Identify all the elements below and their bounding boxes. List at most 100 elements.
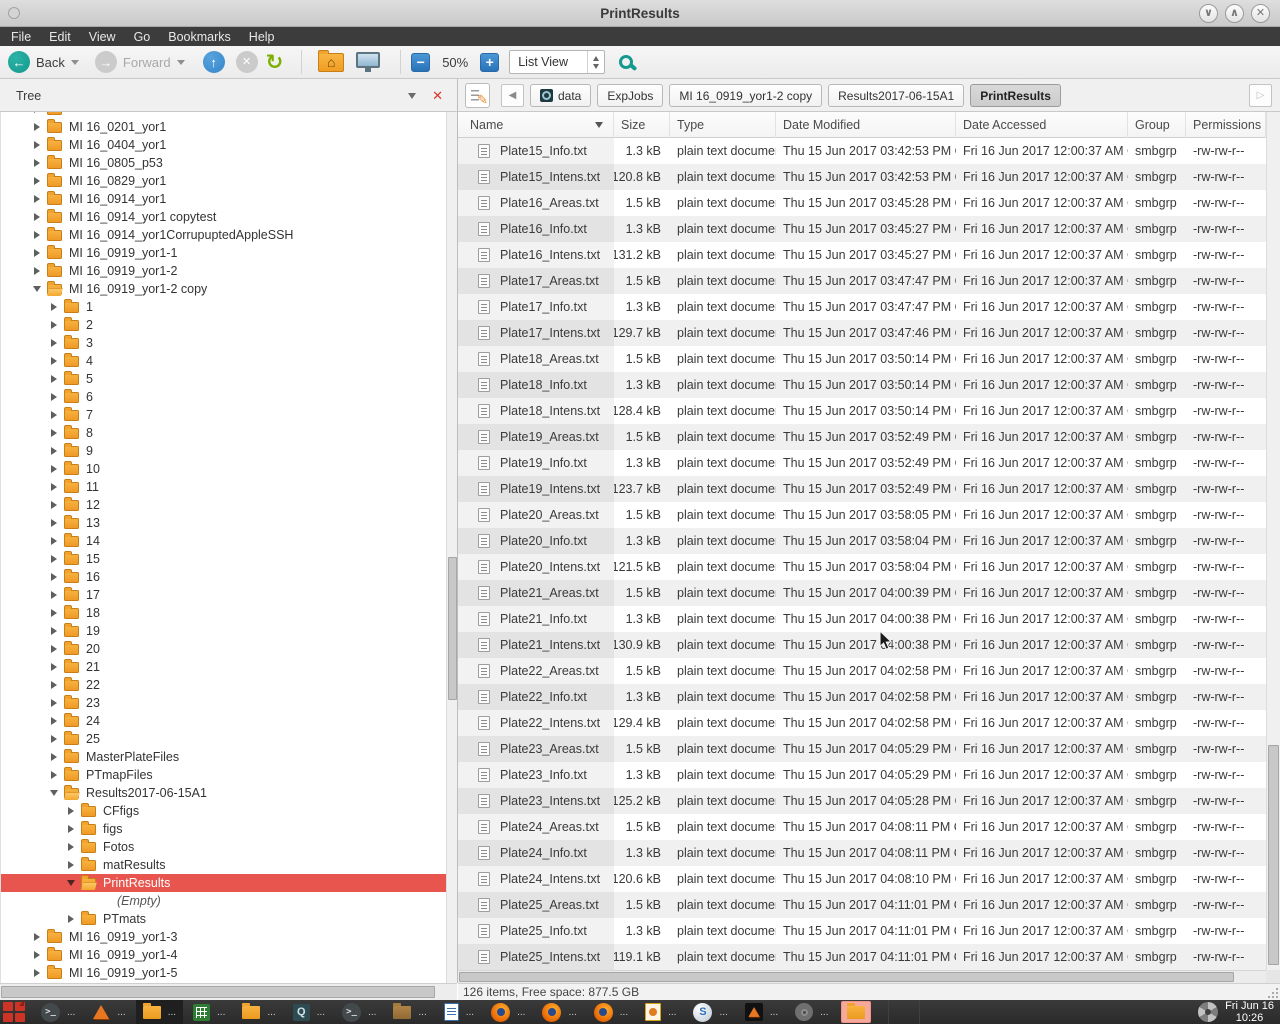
tree-item[interactable]: 9: [1, 442, 446, 460]
tree-item[interactable]: figs: [1, 820, 446, 838]
tree-horizontal-scrollbar[interactable]: [0, 983, 457, 1000]
expand-toggle-icon[interactable]: [47, 303, 61, 311]
expand-toggle-icon[interactable]: [64, 915, 78, 923]
tree-item[interactable]: PTmats: [1, 910, 446, 928]
taskbar-window-button[interactable]: ...: [235, 1000, 282, 1024]
file-row[interactable]: Plate25_Info.txt1.3 kBplain text documen…: [458, 918, 1266, 944]
expand-toggle-icon[interactable]: [64, 825, 78, 833]
taskbar-window-button[interactable]: [841, 1001, 871, 1023]
file-row[interactable]: Plate23_Areas.txt1.5 kBplain text docume…: [458, 736, 1266, 762]
taskbar-window-button[interactable]: ...: [136, 1000, 183, 1024]
expand-toggle-icon[interactable]: [30, 933, 44, 941]
tree-item[interactable]: 22: [1, 676, 446, 694]
expand-toggle-icon[interactable]: [47, 411, 61, 419]
taskbar-window-button[interactable]: ...: [437, 1000, 481, 1024]
expand-toggle-icon[interactable]: [47, 483, 61, 491]
expand-toggle-icon[interactable]: [47, 663, 61, 671]
expand-toggle-icon[interactable]: [30, 159, 44, 167]
tree-item[interactable]: matResults: [1, 856, 446, 874]
taskbar-window-button[interactable]: >_...: [34, 1000, 82, 1024]
column-header-date-modified[interactable]: Date Modified: [776, 112, 956, 138]
tree-item[interactable]: MI 16_0805_p53: [1, 154, 446, 172]
expand-toggle-icon[interactable]: [47, 645, 61, 653]
tree-item[interactable]: MI 16_0919_yor1-1: [1, 244, 446, 262]
expand-toggle-icon[interactable]: [30, 951, 44, 959]
column-header-group[interactable]: Group: [1128, 112, 1186, 138]
expand-toggle-icon[interactable]: [47, 339, 61, 347]
expand-toggle-icon[interactable]: [30, 123, 44, 131]
desktop-icon[interactable]: [356, 52, 380, 68]
refresh-icon[interactable]: ↻: [266, 52, 284, 73]
tree-item[interactable]: 23: [1, 694, 446, 712]
expand-toggle-icon[interactable]: [47, 501, 61, 509]
expand-toggle-icon[interactable]: [30, 231, 44, 239]
tree-item[interactable]: 16: [1, 568, 446, 586]
file-row[interactable]: Plate19_Intens.txt123.7 kBplain text doc…: [458, 476, 1266, 502]
file-row[interactable]: Plate18_Intens.txt128.4 kBplain text doc…: [458, 398, 1266, 424]
tree-item[interactable]: 3: [1, 334, 446, 352]
expand-toggle-icon[interactable]: [30, 141, 44, 149]
expand-toggle-icon[interactable]: [47, 393, 61, 401]
expand-toggle-icon[interactable]: [47, 681, 61, 689]
path-scroll-right-button[interactable]: ▷: [1249, 84, 1272, 107]
file-row[interactable]: Plate20_Info.txt1.3 kBplain text documen…: [458, 528, 1266, 554]
tree-item[interactable]: 12: [1, 496, 446, 514]
collapse-toggle-icon[interactable]: [47, 790, 61, 796]
taskbar-window-button[interactable]: S...: [686, 1000, 734, 1024]
up-icon[interactable]: ↑: [203, 51, 225, 73]
zoom-in-button[interactable]: +: [480, 53, 499, 72]
view-mode-select[interactable]: List View: [509, 50, 605, 74]
path-segment[interactable]: Results2017-06-15A1: [828, 84, 964, 107]
tree-vertical-scrollbar-thumb[interactable]: [448, 557, 457, 700]
expand-toggle-icon[interactable]: [47, 735, 61, 743]
collapse-toggle-icon[interactable]: [30, 286, 44, 292]
expand-toggle-icon[interactable]: [47, 699, 61, 707]
taskbar-window-button[interactable]: ...: [85, 1000, 132, 1024]
tree-item[interactable]: Results2017-06-15A1: [1, 784, 446, 802]
file-row[interactable]: Plate21_Areas.txt1.5 kBplain text docume…: [458, 580, 1266, 606]
file-row[interactable]: Plate22_Areas.txt1.5 kBplain text docume…: [458, 658, 1266, 684]
expand-toggle-icon[interactable]: [47, 573, 61, 581]
file-row[interactable]: Plate16_Areas.txt1.5 kBplain text docume…: [458, 190, 1266, 216]
tree-item[interactable]: PTmapFiles: [1, 766, 446, 784]
back-icon[interactable]: ←: [8, 51, 30, 73]
file-row[interactable]: Plate21_Info.txt1.3 kBplain text documen…: [458, 606, 1266, 632]
tree-item[interactable]: MI 16_0919_yor1-2 copy: [1, 280, 446, 298]
tree-item[interactable]: MI 16_0914_yor1CorrupuptedAppleSSH: [1, 226, 446, 244]
column-header-type[interactable]: Type: [670, 112, 776, 138]
tree-item[interactable]: PrintResults: [1, 874, 446, 892]
file-row[interactable]: Plate15_Info.txt1.3 kBplain text documen…: [458, 138, 1266, 164]
taskbar-window-button[interactable]: ...: [738, 1000, 785, 1024]
file-row[interactable]: Plate23_Info.txt1.3 kBplain text documen…: [458, 762, 1266, 788]
expand-toggle-icon[interactable]: [47, 591, 61, 599]
file-row[interactable]: Plate21_Intens.txt130.9 kBplain text doc…: [458, 632, 1266, 658]
tree-item[interactable]: MI 16_0829_yor1: [1, 172, 446, 190]
list-vertical-scrollbar[interactable]: [1266, 112, 1280, 970]
back-dropdown-icon[interactable]: [71, 60, 79, 65]
expand-toggle-icon[interactable]: [47, 447, 61, 455]
tree-item[interactable]: 2: [1, 316, 446, 334]
tree-item[interactable]: 5: [1, 370, 446, 388]
taskbar-window-button[interactable]: ...: [587, 1000, 635, 1024]
file-row[interactable]: Plate18_Info.txt1.3 kBplain text documen…: [458, 372, 1266, 398]
expand-toggle-icon[interactable]: [47, 555, 61, 563]
menu-item-help[interactable]: Help: [240, 27, 284, 46]
file-row[interactable]: Plate19_Info.txt1.3 kBplain text documen…: [458, 450, 1266, 476]
path-segment[interactable]: MI 16_0919_yor1-2 copy: [669, 84, 822, 107]
tree-item[interactable]: MI 16_0919_yor1-5: [1, 964, 446, 982]
close-button[interactable]: ✕: [1251, 4, 1270, 23]
column-header-permissions[interactable]: Permissions: [1186, 112, 1266, 138]
expand-toggle-icon[interactable]: [30, 249, 44, 257]
expand-toggle-icon[interactable]: [30, 213, 44, 221]
tree-item[interactable]: 15: [1, 550, 446, 568]
expand-toggle-icon[interactable]: [47, 321, 61, 329]
taskbar-window-button[interactable]: >_...: [335, 1000, 383, 1024]
tree-item[interactable]: 7: [1, 406, 446, 424]
file-row[interactable]: Plate22_Info.txt1.3 kBplain text documen…: [458, 684, 1266, 710]
taskbar-window-button[interactable]: ...: [535, 1000, 583, 1024]
tree-item[interactable]: MasterPlateFiles: [1, 748, 446, 766]
tree-item[interactable]: 20: [1, 640, 446, 658]
tree-item[interactable]: 25: [1, 730, 446, 748]
taskbar-window-button[interactable]: Q...: [286, 1000, 332, 1024]
file-row[interactable]: Plate25_Intens.txt119.1 kBplain text doc…: [458, 944, 1266, 970]
